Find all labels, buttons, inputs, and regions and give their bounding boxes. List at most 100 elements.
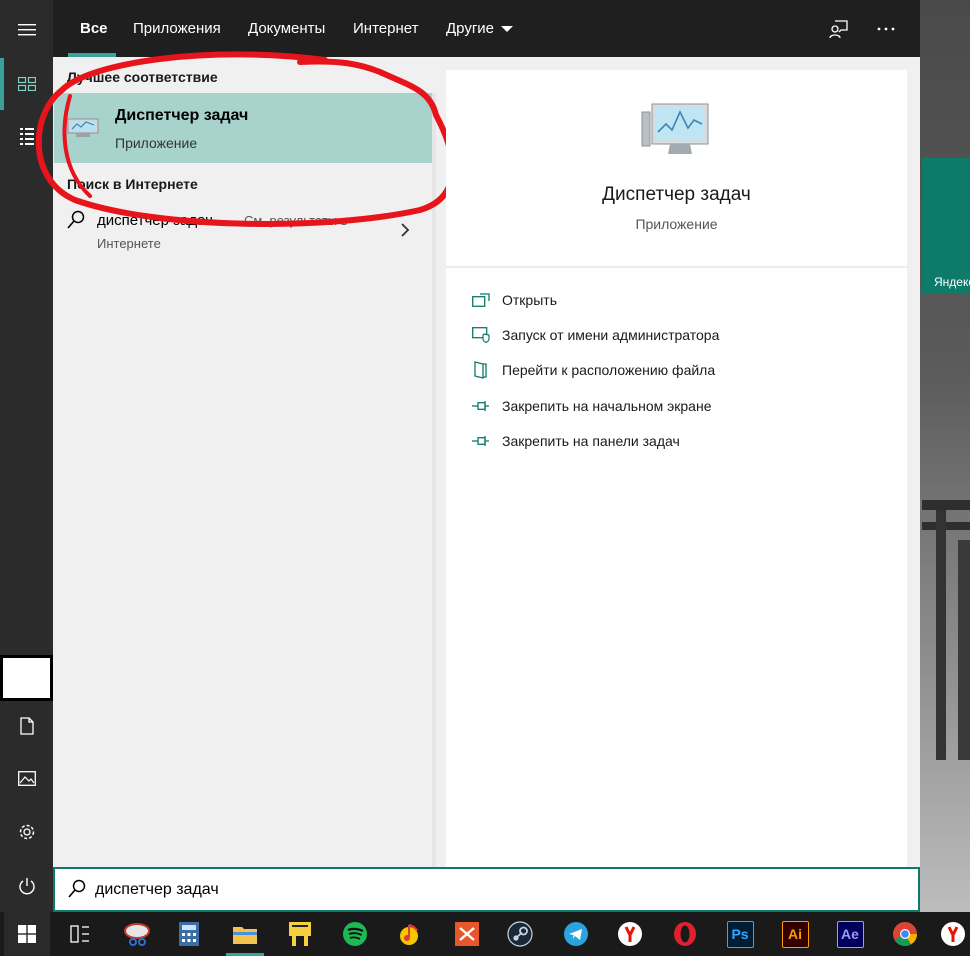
hamburger-button[interactable]	[0, 4, 53, 56]
feedback-button[interactable]	[826, 0, 852, 57]
action-open-file-location-label: Перейти к расположению файла	[502, 362, 716, 378]
taskbar-sticky-notes[interactable]	[277, 912, 323, 956]
home-button[interactable]	[0, 58, 53, 110]
task-manager-icon	[67, 118, 99, 137]
taskbar-yandex-music[interactable]	[387, 912, 433, 956]
yandex-browser-icon	[941, 922, 965, 946]
open-icon	[472, 293, 490, 307]
list-scrollbar[interactable]	[432, 93, 436, 867]
list-icon	[19, 128, 34, 145]
taskbar-photoshop[interactable]: Ps	[717, 912, 763, 956]
best-match-name: Диспетчер задач	[115, 107, 249, 124]
best-match-type: Приложение	[115, 135, 198, 151]
spotify-icon	[343, 922, 367, 946]
search-icon	[68, 879, 86, 898]
search-box	[53, 867, 920, 912]
details-app-type: Приложение	[635, 216, 718, 232]
illustrator-icon: Ai	[781, 920, 809, 948]
folder-icon	[233, 927, 257, 944]
torii-gate-image	[922, 500, 970, 760]
opera-icon	[674, 922, 696, 946]
web-search-query: диспетчер задач	[97, 212, 213, 229]
action-run-as-admin-label: Запуск от имени администратора	[502, 327, 720, 343]
web-search-hint-line2: Интернете	[97, 236, 161, 251]
task-view-button[interactable]	[57, 912, 103, 956]
vpn-app-icon	[455, 922, 479, 946]
photoshop-icon: Ps	[726, 920, 754, 948]
search-panel: Все Приложения Документы Интернет Другие…	[35, 0, 920, 912]
desktop-background: Яндекс	[920, 0, 970, 912]
file-location-icon	[474, 361, 487, 379]
gear-icon	[19, 824, 34, 840]
pictures-icon	[17, 770, 36, 786]
taskbar: Ps Ai Ae	[0, 912, 970, 956]
taskbar-vpn-app[interactable]	[444, 912, 490, 956]
taskbar-yandex-browser[interactable]	[607, 912, 653, 956]
yandex-browser-icon	[618, 922, 642, 946]
search-input[interactable]	[95, 875, 795, 905]
sticky-notes-icon	[289, 922, 311, 946]
music-icon	[400, 924, 418, 945]
pin-icon	[472, 436, 489, 446]
details-app-name: Диспетчер задач	[602, 184, 751, 205]
power-icon	[18, 878, 35, 895]
action-run-as-admin[interactable]: Запуск от имени администратора	[472, 323, 719, 347]
action-pin-to-taskbar-label: Закрепить на панели задач	[502, 433, 680, 449]
taskbar-yandex-browser-2[interactable]	[936, 912, 970, 956]
taskbar-illustrator[interactable]: Ai	[772, 912, 818, 956]
action-pin-to-start-label: Закрепить на начальном экране	[502, 398, 712, 414]
after-effects-icon: Ae	[836, 920, 864, 948]
shield-icon	[472, 327, 490, 343]
web-search-heading: Поиск в Интернете	[67, 176, 198, 192]
taskbar-opera[interactable]	[662, 912, 708, 956]
action-pin-to-start[interactable]: Закрепить на начальном экране	[472, 394, 712, 418]
calculator-icon	[179, 922, 199, 946]
taskbar-after-effects[interactable]: Ae	[827, 912, 873, 956]
action-open-label: Открыть	[502, 292, 557, 308]
search-tabs-bar: Все Приложения Документы Интернет Другие	[53, 0, 920, 57]
task-view-icon	[70, 925, 89, 943]
action-open-file-location[interactable]: Перейти к расположению файла	[472, 358, 715, 382]
taskbar-steam[interactable]	[497, 912, 543, 956]
taskbar-chrome[interactable]	[882, 912, 928, 956]
steam-icon	[507, 921, 533, 947]
feedback-icon	[829, 19, 848, 38]
best-match-heading: Лучшее соответствие	[67, 69, 218, 85]
document-icon	[19, 717, 34, 735]
tab-all[interactable]: Все	[80, 0, 108, 57]
home-grid-icon	[17, 77, 36, 91]
web-search-hint: - См. результаты в	[236, 213, 348, 228]
chevron-down-icon	[501, 25, 514, 32]
best-match-item[interactable]: Диспетчер задач Приложение	[54, 93, 433, 163]
documents-button[interactable]	[0, 700, 53, 752]
more-options-button[interactable]	[873, 0, 899, 57]
results-list: Лучшее соответствие Диспетчер задач Прил…	[35, 51, 456, 867]
tab-other[interactable]: Другие	[446, 0, 514, 57]
all-apps-button[interactable]	[0, 110, 53, 162]
taskbar-file-explorer[interactable]	[222, 912, 268, 956]
chevron-right-icon	[401, 223, 410, 237]
power-button[interactable]	[0, 860, 53, 912]
desktop-shortcut-yandex[interactable]: Яндекс	[922, 158, 970, 294]
chrome-icon	[893, 922, 917, 947]
details-pane: Диспетчер задач Приложение Открыть Запус…	[446, 70, 907, 867]
user-avatar[interactable]	[0, 655, 53, 701]
action-pin-to-taskbar[interactable]: Закрепить на панели задач	[472, 429, 680, 453]
pictures-button[interactable]	[0, 752, 53, 804]
action-open[interactable]: Открыть	[472, 288, 557, 312]
taskbar-telegram[interactable]	[553, 912, 599, 956]
start-left-rail	[0, 0, 53, 912]
taskbar-spotify[interactable]	[332, 912, 378, 956]
tab-apps[interactable]: Приложения	[133, 0, 221, 57]
search-icon	[67, 210, 85, 229]
taskbar-snipping-tool[interactable]	[114, 912, 160, 956]
web-search-item[interactable]: диспетчер задач - См. результаты в Интер…	[54, 202, 433, 262]
start-button[interactable]	[4, 912, 50, 956]
taskbar-calculator[interactable]	[166, 912, 212, 956]
settings-button[interactable]	[0, 806, 53, 858]
task-manager-icon	[641, 103, 709, 154]
tab-documents[interactable]: Документы	[248, 0, 325, 57]
desktop-shortcut-label: Яндекс	[934, 275, 970, 289]
tab-internet[interactable]: Интернет	[353, 0, 418, 57]
details-divider	[446, 266, 907, 268]
